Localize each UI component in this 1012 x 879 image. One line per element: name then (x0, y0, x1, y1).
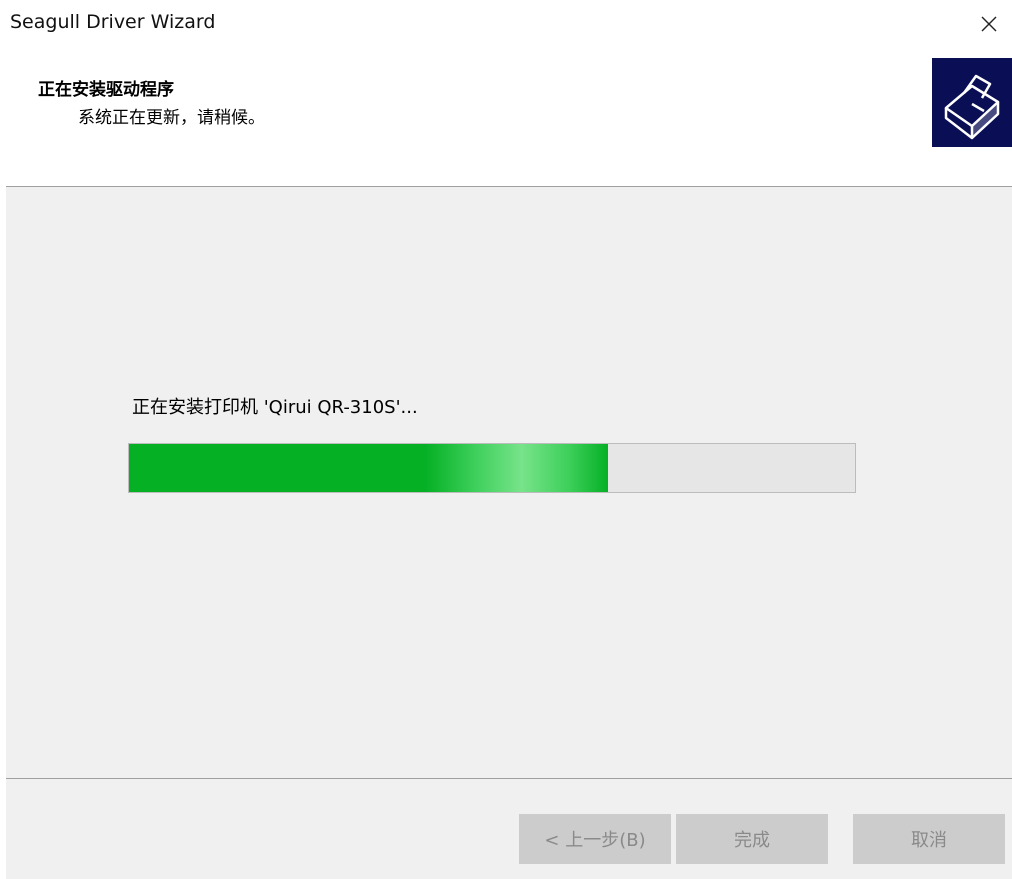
close-icon (981, 16, 997, 32)
cancel-button[interactable]: 取消 (853, 814, 1005, 864)
printer-logo-icon (932, 58, 1012, 147)
window-title: Seagull Driver Wizard (10, 11, 216, 33)
finish-button[interactable]: 完成 (676, 814, 828, 864)
header-subtitle: 系统正在更新，请稍候。 (78, 108, 265, 128)
title-bar: Seagull Driver Wizard (0, 0, 1012, 48)
progress-fill (129, 444, 609, 492)
close-button[interactable] (966, 0, 1012, 48)
wizard-header: 正在安装驱动程序 系统正在更新，请稍候。 (0, 48, 1012, 186)
header-title: 正在安装驱动程序 (38, 80, 174, 100)
wizard-window: Seagull Driver Wizard 正在安装驱动程序 系统正在更新，请稍… (0, 0, 1012, 879)
install-status-text: 正在安装打印机 'Qirui QR-310S'... (132, 397, 418, 418)
install-progress-bar (128, 443, 856, 493)
wizard-footer: < 上一步(B) 完成 取消 (6, 779, 1012, 879)
content-panel: 正在安装打印机 'Qirui QR-310S'... (6, 187, 1012, 778)
back-button[interactable]: < 上一步(B) (519, 814, 671, 864)
